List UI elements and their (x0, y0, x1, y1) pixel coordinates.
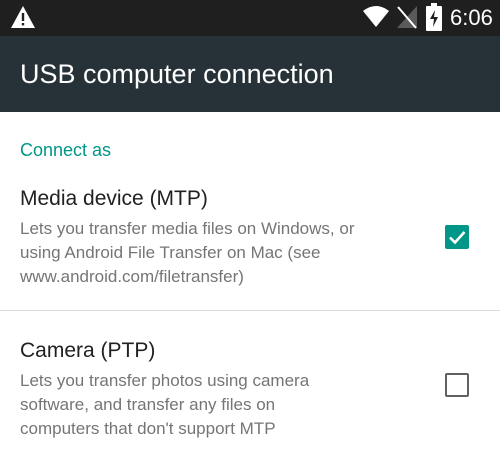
divider (0, 310, 500, 311)
option-media-device-mtp[interactable]: Media device (MTP) Lets you transfer med… (0, 178, 500, 308)
option-description-line: using Android File Transfer on Mac (see (20, 243, 321, 262)
mtp-checkbox[interactable] (445, 225, 469, 249)
option-description-line: Lets you transfer media files on Windows… (20, 219, 355, 238)
status-bar: 6:06 (0, 0, 500, 36)
page-title: USB computer connection (20, 59, 334, 89)
app-bar: USB computer connection (0, 36, 500, 112)
option-description: Lets you transfer photos using camera so… (20, 369, 420, 441)
section-header-connect-as: Connect as (20, 140, 112, 160)
option-description-line: computers that don't support MTP (20, 419, 276, 438)
option-description-line: software, and transfer any files on (20, 395, 276, 414)
battery-charging-icon (426, 3, 442, 31)
option-description-line: www.android.com/filetransfer) (20, 267, 244, 286)
status-time: 6:06 (450, 5, 493, 30)
option-title: Camera (PTP) (20, 339, 156, 362)
wifi-icon (363, 6, 389, 27)
option-description-line: Lets you transfer photos using camera (20, 371, 310, 390)
option-camera-ptp[interactable]: Camera (PTP) Lets you transfer photos us… (0, 330, 500, 452)
ptp-checkbox[interactable] (445, 373, 469, 397)
option-description: Lets you transfer media files on Windows… (20, 217, 420, 289)
checkmark-icon (449, 231, 466, 245)
option-title: Media device (MTP) (20, 187, 208, 210)
warning-icon (11, 6, 35, 28)
no-signal-icon (397, 6, 417, 29)
